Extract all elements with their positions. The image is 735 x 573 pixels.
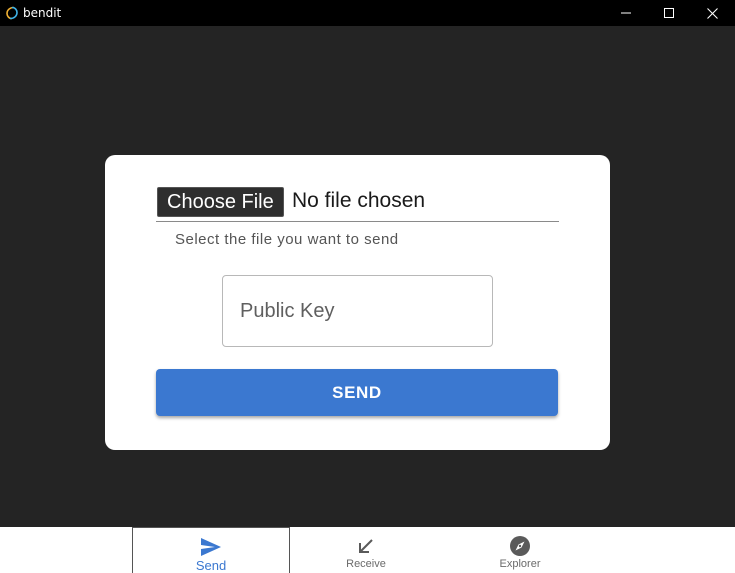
close-button[interactable] bbox=[690, 0, 734, 26]
nav-explorer[interactable]: Explorer bbox=[442, 527, 598, 573]
nav-receive-label: Receive bbox=[346, 558, 386, 570]
file-input-row: Choose File No file chosen bbox=[156, 185, 559, 222]
bottom-nav: Send Receive Explorer bbox=[0, 527, 735, 573]
main-area: Choose File No file chosen Select the fi… bbox=[0, 26, 735, 527]
title-bar: bendit bbox=[0, 0, 735, 26]
maximize-button[interactable] bbox=[647, 0, 691, 26]
nav-explorer-label: Explorer bbox=[499, 558, 541, 570]
minimize-button[interactable] bbox=[604, 0, 648, 26]
close-icon bbox=[706, 7, 718, 19]
send-button[interactable]: SEND bbox=[156, 369, 558, 416]
send-card: Choose File No file chosen Select the fi… bbox=[105, 155, 610, 450]
arrow-down-left-icon bbox=[358, 536, 374, 556]
compass-icon bbox=[510, 536, 530, 556]
file-status-text: No file chosen bbox=[292, 189, 426, 212]
file-helper-text: Select the file you want to send bbox=[175, 231, 399, 248]
maximize-icon bbox=[664, 8, 674, 18]
minimize-icon bbox=[621, 12, 631, 14]
send-icon bbox=[201, 537, 221, 557]
bendit-logo-icon bbox=[5, 6, 19, 20]
choose-file-button[interactable]: Choose File bbox=[157, 187, 284, 217]
app-title: bendit bbox=[23, 6, 62, 20]
nav-send[interactable]: Send bbox=[132, 527, 290, 573]
public-key-input[interactable] bbox=[222, 275, 493, 347]
nav-send-label: Send bbox=[195, 558, 227, 573]
nav-receive[interactable]: Receive bbox=[290, 527, 442, 573]
